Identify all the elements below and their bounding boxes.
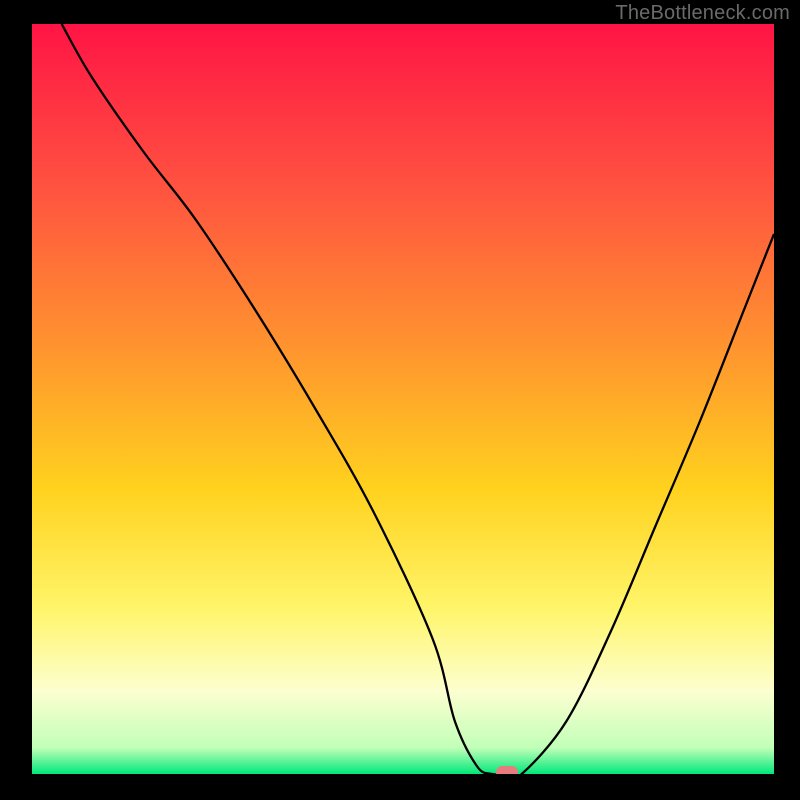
optimal-point-marker bbox=[496, 766, 518, 774]
plot-area bbox=[32, 24, 774, 774]
gradient-background bbox=[32, 24, 774, 774]
chart-frame: TheBottleneck.com bbox=[0, 0, 800, 800]
watermark-label: TheBottleneck.com bbox=[615, 2, 790, 25]
chart-svg bbox=[32, 24, 774, 774]
